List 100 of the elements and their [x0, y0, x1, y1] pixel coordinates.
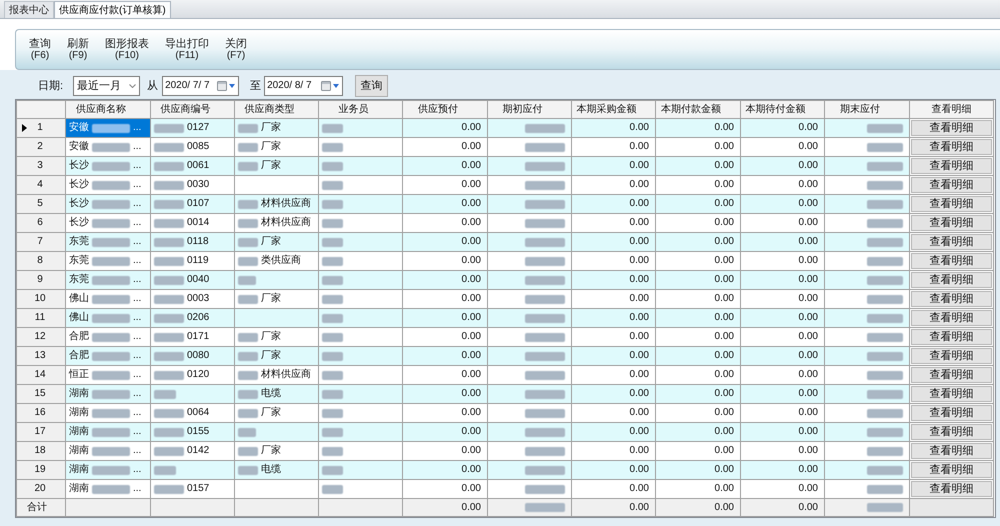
tab[interactable]: 报表中心 — [4, 1, 54, 18]
blurred-text — [322, 180, 343, 190]
row-header[interactable]: 17 — [16, 422, 66, 442]
blurred-text — [238, 428, 256, 436]
column-header[interactable]: 本期采购金额 — [572, 100, 656, 118]
blurred-text — [154, 294, 184, 304]
row-header[interactable]: 18 — [16, 442, 66, 460]
toolbar-button[interactable]: 图形报表 (F10) — [105, 38, 149, 62]
column-header[interactable]: 供应商类型 — [234, 100, 318, 118]
row-header[interactable]: 1 — [16, 118, 66, 138]
toolbar-button[interactable]: 刷新 (F9) — [67, 38, 89, 62]
chevron-down-icon[interactable] — [129, 84, 136, 88]
view-details-button[interactable]: 查看明细 — [911, 196, 992, 212]
period-select[interactable]: 最近一月 — [73, 76, 140, 96]
column-header[interactable]: 供应商名称 — [66, 100, 150, 118]
table-cell: 0.00 — [402, 308, 488, 328]
blurred-text — [867, 466, 903, 474]
toolbar-button[interactable]: 查询 (F6) — [29, 38, 51, 62]
cell-text: ... — [133, 255, 142, 267]
row-header[interactable]: 6 — [16, 214, 66, 232]
table-cell: 0.00 — [740, 232, 824, 252]
blurred-text — [525, 180, 565, 190]
table-cell: 0.00 — [740, 176, 824, 194]
view-details-button[interactable]: 查看明细 — [911, 177, 992, 193]
blurred-text — [92, 124, 130, 132]
blurred-text — [525, 446, 565, 456]
view-details-button[interactable]: 查看明细 — [911, 424, 992, 440]
row-header[interactable]: 9 — [16, 270, 66, 290]
view-details-button[interactable]: 查看明细 — [911, 367, 992, 383]
column-header[interactable]: 业务员 — [318, 100, 402, 118]
calendar-icon[interactable] — [217, 81, 228, 91]
row-header[interactable]: 3 — [16, 156, 66, 176]
cell-text: 厂家 — [261, 407, 281, 419]
view-details-button[interactable]: 查看明细 — [911, 215, 992, 231]
row-header[interactable]: 4 — [16, 176, 66, 194]
view-details-button[interactable]: 查看明细 — [911, 348, 992, 364]
column-header[interactable]: 期初应付 — [488, 100, 572, 118]
cell-text: 0120 — [187, 369, 210, 381]
row-header[interactable]: 8 — [16, 252, 66, 270]
blurred-text — [867, 428, 903, 436]
toolbar-button[interactable]: 导出打印 (F11) — [165, 38, 209, 62]
blurred-text — [238, 332, 258, 342]
row-header[interactable]: 10 — [16, 290, 66, 308]
row-header[interactable]: 2 — [16, 138, 66, 156]
calendar-icon[interactable] — [321, 81, 332, 91]
blurred-text — [525, 332, 565, 342]
column-header[interactable]: 供应商编号 — [150, 100, 234, 118]
column-header[interactable]: 查看明细 — [910, 100, 994, 118]
row-header[interactable]: 13 — [16, 346, 66, 366]
query-button[interactable]: 查询 — [355, 75, 388, 97]
cell-text: ... — [133, 217, 142, 229]
column-header[interactable]: 期末应付 — [824, 100, 910, 118]
table-cell: 0.00 — [740, 460, 824, 480]
cell-text: ... — [133, 122, 142, 134]
row-header[interactable]: 19 — [16, 460, 66, 480]
row-header[interactable]: 7 — [16, 232, 66, 252]
row-header[interactable]: 14 — [16, 366, 66, 384]
view-details-button[interactable]: 查看明细 — [911, 120, 992, 136]
toolbar-button[interactable]: 关闭 (F7) — [225, 38, 247, 62]
view-details-button[interactable]: 查看明细 — [911, 234, 992, 250]
view-details-button[interactable]: 查看明细 — [911, 139, 992, 155]
date-field[interactable]: 2020/ 7/ 7 — [162, 76, 240, 96]
table-cell: 0.00 — [402, 194, 488, 214]
table-cell: 0.00 — [572, 156, 656, 176]
table-cell: 0.00 — [656, 498, 740, 516]
view-details-button[interactable]: 查看明细 — [911, 291, 992, 307]
caret-icon[interactable] — [333, 84, 340, 88]
row-header[interactable]: 11 — [16, 308, 66, 328]
view-details-button[interactable]: 查看明细 — [911, 481, 992, 497]
row-header[interactable]: 16 — [16, 404, 66, 422]
blurred-text — [92, 370, 130, 380]
table-cell: 0.00 — [740, 138, 824, 156]
view-details-button[interactable]: 查看明细 — [911, 272, 992, 288]
table-cell: 0.00 — [572, 118, 656, 138]
view-details-button[interactable]: 查看明细 — [911, 158, 992, 174]
row-header[interactable]: 20 — [16, 480, 66, 498]
view-details-button[interactable]: 查看明细 — [911, 462, 992, 478]
caret-icon[interactable] — [229, 84, 236, 88]
blurred-text — [238, 218, 258, 228]
column-header[interactable]: 供应预付 — [402, 100, 488, 118]
column-header[interactable]: 本期付款金额 — [656, 100, 740, 118]
view-details-button[interactable]: 查看明细 — [911, 310, 992, 326]
date-field[interactable]: 2020/ 8/ 7 — [264, 76, 344, 96]
blurred-text — [154, 200, 184, 208]
column-header[interactable]: 本期待付金额 — [740, 100, 824, 118]
row-header[interactable]: 15 — [16, 384, 66, 404]
row-header[interactable]: 5 — [16, 194, 66, 214]
blurred-text — [867, 124, 903, 132]
view-details-button[interactable]: 查看明细 — [911, 329, 992, 345]
view-details-button[interactable]: 查看明细 — [911, 443, 992, 459]
view-details-button[interactable]: 查看明细 — [911, 386, 992, 402]
cell-text: 厂家 — [261, 331, 281, 343]
table-cell: 0.00 — [402, 442, 488, 460]
view-details-button[interactable]: 查看明细 — [911, 253, 992, 269]
row-header[interactable]: 12 — [16, 328, 66, 346]
view-details-button[interactable]: 查看明细 — [911, 405, 992, 421]
cell-text: 0080 — [187, 350, 210, 362]
table-cell: 0.00 — [402, 404, 488, 422]
cell-text: 0030 — [187, 179, 210, 191]
tab[interactable]: 供应商应付款(订单核算) — [54, 1, 171, 18]
